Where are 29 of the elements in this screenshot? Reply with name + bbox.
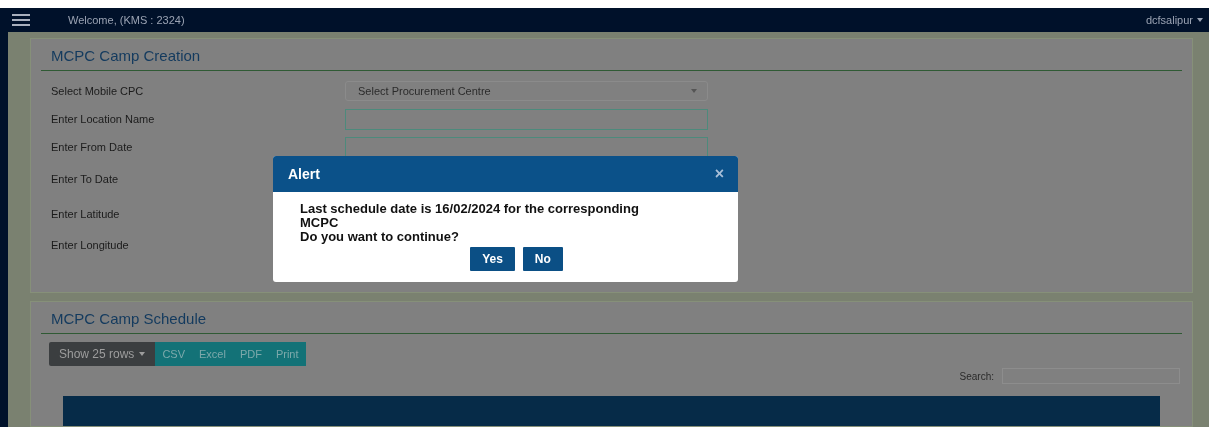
dialog-button[interactable]: No [522, 247, 563, 271]
input-field[interactable] [345, 108, 708, 130]
close-button[interactable]: × [714, 165, 724, 183]
show-rows-button[interactable]: Show 25 rows [49, 342, 156, 366]
user-menu[interactable]: dcfsalipur [1145, 14, 1193, 26]
export-button[interactable]: Print [268, 342, 306, 366]
field-label: Enter To Date [51, 172, 119, 185]
alert-message: Do you want to continue? [300, 230, 460, 244]
field-label: Enter Longitude [51, 239, 129, 251]
field-label: Enter Latitude [51, 207, 120, 220]
alert-message: Last schedule date is 16/02/2024 for the corresponding MCPC [300, 202, 640, 230]
search-label: Search: [959, 370, 994, 382]
dialog-title: Alert [288, 166, 320, 182]
export-button[interactable]: PDF [232, 342, 269, 366]
procurement-centre-select[interactable]: Select Procurement Centre [345, 81, 708, 101]
caret-icon [1197, 18, 1203, 22]
export-button[interactable]: CSV [155, 342, 192, 366]
field-label: Enter From Date [51, 141, 133, 153]
caret-icon [139, 352, 146, 356]
menu-icon[interactable] [12, 14, 30, 26]
caret-icon [691, 89, 697, 93]
export-button[interactable]: Excel [192, 342, 233, 366]
section-title: MCPC Camp Creation [51, 47, 201, 64]
field-label: Select Mobile CPC [51, 85, 144, 97]
dialog-button[interactable]: Yes [470, 247, 515, 271]
section-title: MCPC Camp Schedule [51, 310, 207, 327]
field-label: Enter Location Name [51, 113, 155, 125]
welcome-text: Welcome, (KMS : 2324) [68, 14, 185, 26]
input-field[interactable] [345, 136, 708, 158]
